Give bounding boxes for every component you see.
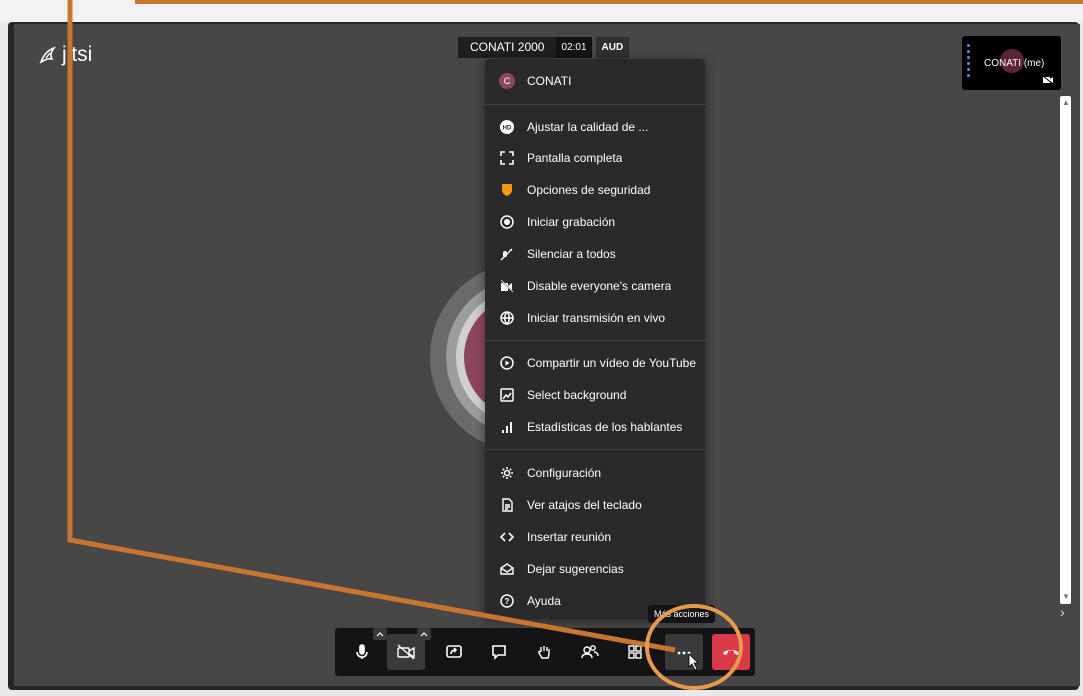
- tile-view-button[interactable]: [616, 634, 654, 670]
- menu-item-label: Ajustar la calidad de ...: [527, 120, 649, 134]
- livestream-icon: [499, 310, 515, 326]
- screen-share-icon: [446, 645, 462, 658]
- raise-hand-icon: [538, 646, 550, 659]
- menu-item-disable-cameras[interactable]: Disable everyone's camera: [485, 272, 705, 300]
- embed-code-icon: [499, 529, 515, 545]
- menu-item-label: Opciones de seguridad: [527, 183, 651, 197]
- menu-item-label: Insertar reunión: [527, 530, 612, 544]
- menu-item-embed-meeting[interactable]: Insertar reunión: [485, 523, 705, 551]
- menu-item-label: Iniciar transmisión en vivo: [527, 311, 666, 325]
- stats-icon: [499, 419, 515, 435]
- chevron-up-icon: [376, 632, 384, 637]
- menu-item-label: Compartir un vídeo de YouTube: [527, 356, 697, 370]
- participants-icon: [581, 645, 599, 659]
- camera-off-all-icon: [499, 278, 515, 294]
- filmstrip-scrollbar[interactable]: [1060, 96, 1071, 604]
- meeting-header: CONATI 2000 02:01 AUD: [458, 37, 630, 58]
- browser-top-strip: [0, 0, 1083, 22]
- menu-item-label: Ayuda: [527, 594, 561, 608]
- hd-icon: HD: [499, 119, 515, 135]
- menu-item-label: Configuración: [527, 466, 602, 480]
- microphone-icon: [356, 644, 368, 659]
- menu-user-name: CONATI: [527, 74, 572, 88]
- hangup-phone-icon: [723, 650, 739, 655]
- menu-item-livestream[interactable]: Iniciar transmisión en vivo: [485, 304, 705, 332]
- security-shield-icon: [499, 182, 515, 198]
- svg-text:HD: HD: [503, 126, 512, 132]
- gear-icon: [499, 465, 515, 481]
- thumbnail-name: CONATI (me): [984, 58, 1045, 69]
- microphone-button[interactable]: [343, 628, 387, 670]
- menu-item-label: Silenciar a todos: [527, 247, 616, 261]
- scroll-up-arrow-icon[interactable]: ▲: [1062, 98, 1070, 107]
- audio-level-indicator: [967, 44, 971, 77]
- menu-item-recording[interactable]: Iniciar grabación: [485, 208, 705, 236]
- menu-item-mute-all[interactable]: Silenciar a todos: [485, 240, 705, 268]
- menu-item-label: Iniciar grabación: [527, 215, 616, 229]
- chevron-up-icon: [420, 632, 428, 637]
- meeting-name: CONATI 2000: [458, 37, 557, 58]
- menu-item-speaker-stats[interactable]: Estadísticas de los hablantes: [485, 413, 705, 441]
- fullscreen-icon: [499, 150, 515, 166]
- menu-item-label: Select background: [527, 388, 627, 402]
- chat-icon: [492, 645, 506, 660]
- camera-muted-icon: [1043, 76, 1053, 84]
- camera-button[interactable]: [387, 628, 431, 670]
- camera-off-icon: [397, 644, 415, 660]
- help-icon: ?: [499, 593, 515, 609]
- feedback-icon: [499, 561, 515, 577]
- jitsi-logo: jitsi: [38, 43, 92, 67]
- menu-item-select-background[interactable]: Select background: [485, 381, 705, 409]
- user-avatar-badge: C: [499, 73, 515, 89]
- video-settings-caret[interactable]: [417, 628, 431, 640]
- menu-item-settings[interactable]: Configuración: [485, 459, 705, 487]
- main-toolbar: [335, 628, 755, 676]
- menu-item-label: Pantalla completa: [527, 151, 623, 165]
- chat-button[interactable]: [480, 634, 518, 670]
- menu-item-keyboard-shortcuts[interactable]: Ver atajos del teclado: [485, 491, 705, 519]
- menu-divider: [485, 104, 705, 105]
- menu-item-label: Dejar sugerencias: [527, 562, 624, 576]
- jitsi-bird-icon: [39, 46, 57, 64]
- audio-settings-caret[interactable]: [373, 628, 387, 640]
- local-video-thumbnail[interactable]: CONATI (me): [962, 36, 1061, 90]
- menu-item-label: Ver atajos del teclado: [527, 498, 642, 512]
- menu-item-security[interactable]: Opciones de seguridad: [485, 176, 705, 204]
- menu-item-feedback[interactable]: Dejar sugerencias: [485, 555, 705, 583]
- meeting-timer: 02:01: [556, 37, 592, 58]
- raise-hand-button[interactable]: [525, 634, 563, 670]
- menu-item-label: Disable everyone's camera: [527, 279, 672, 293]
- tile-view-icon: [628, 645, 642, 659]
- menu-item-share-youtube[interactable]: Compartir un vídeo de YouTube: [485, 349, 705, 377]
- hangup-button[interactable]: [712, 634, 750, 670]
- menu-divider: [485, 340, 705, 341]
- play-video-icon: [499, 355, 515, 371]
- scroll-down-arrow-icon[interactable]: ▼: [1062, 592, 1070, 601]
- svg-text:?: ?: [505, 597, 510, 606]
- menu-item-video-quality[interactable]: HD Ajustar la calidad de ...: [485, 113, 705, 141]
- record-icon: [499, 214, 515, 230]
- more-actions-menu: C CONATI HD Ajustar la calidad de ... Pa…: [485, 59, 705, 619]
- menu-item-fullscreen[interactable]: Pantalla completa: [485, 144, 705, 172]
- menu-item-label: Estadísticas de los hablantes: [527, 420, 683, 434]
- background-icon: [499, 387, 515, 403]
- menu-divider: [485, 449, 705, 450]
- audio-only-badge: AUD: [595, 37, 630, 58]
- logo-text: jitsi: [62, 43, 93, 66]
- more-dots-icon: [677, 651, 691, 655]
- mute-all-icon: [499, 246, 515, 262]
- menu-user-profile[interactable]: C CONATI: [485, 67, 705, 95]
- filmstrip-toggle-chevron-icon[interactable]: ›: [1060, 604, 1065, 620]
- screenshare-button[interactable]: [435, 634, 473, 670]
- more-actions-button[interactable]: [665, 634, 703, 670]
- keyboard-shortcuts-icon: [499, 497, 515, 513]
- participants-button[interactable]: [571, 634, 609, 670]
- more-actions-tooltip: Más acciones: [648, 605, 716, 623]
